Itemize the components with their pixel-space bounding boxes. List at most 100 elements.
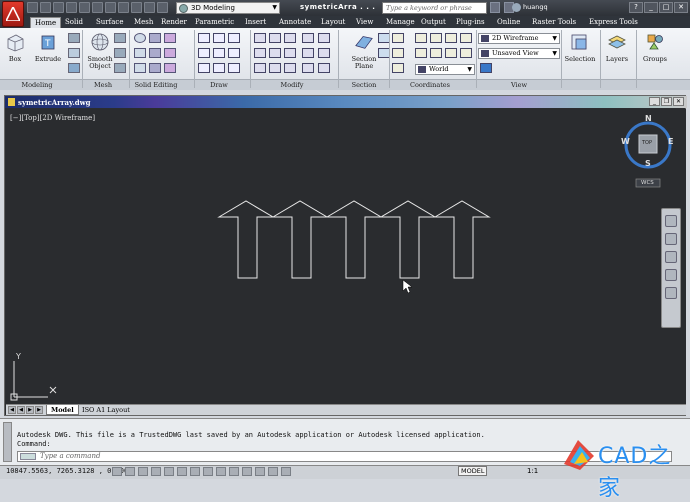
panel-view[interactable]: View: [478, 80, 560, 90]
first-tab-button[interactable]: ◀: [8, 406, 16, 414]
join-icon[interactable]: [302, 63, 314, 73]
interfere-icon[interactable]: [164, 63, 176, 73]
mirror-icon[interactable]: [269, 48, 281, 58]
tab-insert[interactable]: Insert: [245, 17, 266, 28]
viewport-controls[interactable]: [−][Top][2D Wireframe]: [10, 114, 95, 122]
doc-minimize-button[interactable]: _: [649, 97, 660, 106]
mesh-smooth-more-icon[interactable]: [114, 33, 126, 43]
viewcube-top-face[interactable]: TOP: [642, 140, 652, 146]
infer-constraints-icon[interactable]: [112, 467, 122, 476]
tab-annotate[interactable]: Annotate: [279, 17, 311, 28]
hatch-icon[interactable]: [228, 63, 240, 73]
minimize-button[interactable]: _: [644, 2, 658, 13]
dyn-icon[interactable]: [229, 467, 239, 476]
close-button[interactable]: ✕: [674, 2, 688, 13]
tab-view[interactable]: View: [356, 17, 373, 28]
layers-button[interactable]: Layers: [603, 32, 631, 63]
panel-modify[interactable]: Modify: [252, 80, 332, 90]
tab-mesh[interactable]: Mesh: [134, 17, 153, 28]
redo-icon[interactable]: [105, 2, 116, 13]
tab-render[interactable]: Render: [161, 17, 187, 28]
compass-south[interactable]: S: [645, 159, 651, 168]
last-tab-button[interactable]: ▶: [35, 406, 43, 414]
tab-express-tools[interactable]: Express Tools: [589, 17, 638, 28]
slice-icon[interactable]: [149, 63, 161, 73]
model-space-button[interactable]: MODEL: [458, 466, 488, 476]
ucs-view-icon[interactable]: [392, 63, 404, 73]
prev-tab-button[interactable]: ◀: [17, 406, 25, 414]
selection-cycling-icon[interactable]: [281, 467, 291, 476]
user-icon[interactable]: [512, 3, 521, 12]
tab-plug-ins[interactable]: Plug-ins: [456, 17, 485, 28]
circle-icon[interactable]: [213, 48, 225, 58]
shell-icon[interactable]: [164, 48, 176, 58]
annotation-scale[interactable]: 1:1: [527, 467, 538, 475]
copy-icon[interactable]: [254, 48, 266, 58]
maximize-button[interactable]: □: [659, 2, 673, 13]
separate-icon[interactable]: [149, 48, 161, 58]
command-options-icon[interactable]: [20, 453, 36, 460]
document-tab-bar[interactable]: [5, 96, 687, 108]
trim-icon[interactable]: [284, 33, 296, 43]
osnap-icon[interactable]: [177, 467, 187, 476]
extract-edges-icon[interactable]: [164, 33, 176, 43]
ucs-object-icon[interactable]: [415, 48, 427, 58]
intersect-icon[interactable]: [134, 63, 146, 73]
ucs-zaxis-icon[interactable]: [445, 48, 457, 58]
tab-output[interactable]: Output: [421, 17, 446, 28]
panel-coordinates[interactable]: Coordinates: [392, 80, 468, 90]
solid-edit-icon[interactable]: [149, 33, 161, 43]
selection-button[interactable]: Selection: [563, 32, 597, 63]
document-tab-title[interactable]: symetricArray.dwg: [18, 98, 91, 107]
ucs-icon[interactable]: [392, 33, 404, 43]
showmotion-icon[interactable]: [665, 287, 677, 299]
section-plane-button[interactable]: Section Plane: [348, 32, 380, 70]
help-icon[interactable]: ?: [629, 2, 643, 13]
smooth-icon[interactable]: [68, 63, 80, 73]
arc-icon[interactable]: [228, 33, 240, 43]
rotate-icon[interactable]: [269, 33, 281, 43]
open-icon[interactable]: [40, 2, 51, 13]
subtract-icon[interactable]: [134, 48, 146, 58]
named-view-dropdown[interactable]: Unsaved View ▼: [478, 48, 560, 59]
save-as-icon[interactable]: [66, 2, 77, 13]
ortho-icon[interactable]: [151, 467, 161, 476]
solid-union-icon[interactable]: [134, 33, 146, 43]
polygon-icon[interactable]: [198, 63, 210, 73]
tab-manage[interactable]: Manage: [386, 17, 415, 28]
ucs-world-icon[interactable]: [460, 48, 472, 58]
box-button[interactable]: Box: [4, 32, 26, 63]
stretch-icon[interactable]: [284, 48, 296, 58]
mesh-crease-icon[interactable]: [114, 63, 126, 73]
move-icon[interactable]: [254, 33, 266, 43]
orbit-icon[interactable]: [665, 269, 677, 281]
plot-icon[interactable]: [144, 2, 155, 13]
steering-wheel-icon[interactable]: [665, 215, 677, 227]
command-window-handle[interactable]: [3, 422, 12, 462]
pan-icon[interactable]: [665, 233, 677, 245]
next-tab-button[interactable]: ▶: [26, 406, 34, 414]
tab-parametric[interactable]: Parametric: [195, 17, 234, 28]
drawing-viewport[interactable]: N S W E TOP WCS Y: [6, 109, 686, 404]
grid-icon[interactable]: [138, 467, 148, 476]
compass-east[interactable]: E: [668, 137, 673, 146]
3d-osnap-icon[interactable]: [190, 467, 200, 476]
ucs-z-icon[interactable]: [445, 33, 457, 43]
zoom-icon[interactable]: [665, 251, 677, 263]
panel-draw[interactable]: Draw: [196, 80, 242, 90]
ducs-icon[interactable]: [216, 467, 226, 476]
tab-model[interactable]: Model: [46, 405, 79, 415]
doc-restore-button[interactable]: ❐: [661, 97, 672, 106]
match-icon[interactable]: [131, 2, 142, 13]
scale-icon[interactable]: [302, 48, 314, 58]
ucs-origin-icon[interactable]: [392, 48, 404, 58]
new-icon[interactable]: [27, 2, 38, 13]
doc-close-button[interactable]: ✕: [673, 97, 684, 106]
align-icon[interactable]: [284, 63, 296, 73]
ucs-face-icon[interactable]: [430, 48, 442, 58]
tab-online[interactable]: Online: [497, 17, 520, 28]
ucs-x-icon[interactable]: [415, 33, 427, 43]
more-icon[interactable]: [157, 2, 168, 13]
ellipse-icon[interactable]: [213, 63, 225, 73]
ucs-dropdown[interactable]: World ▼: [415, 64, 475, 75]
